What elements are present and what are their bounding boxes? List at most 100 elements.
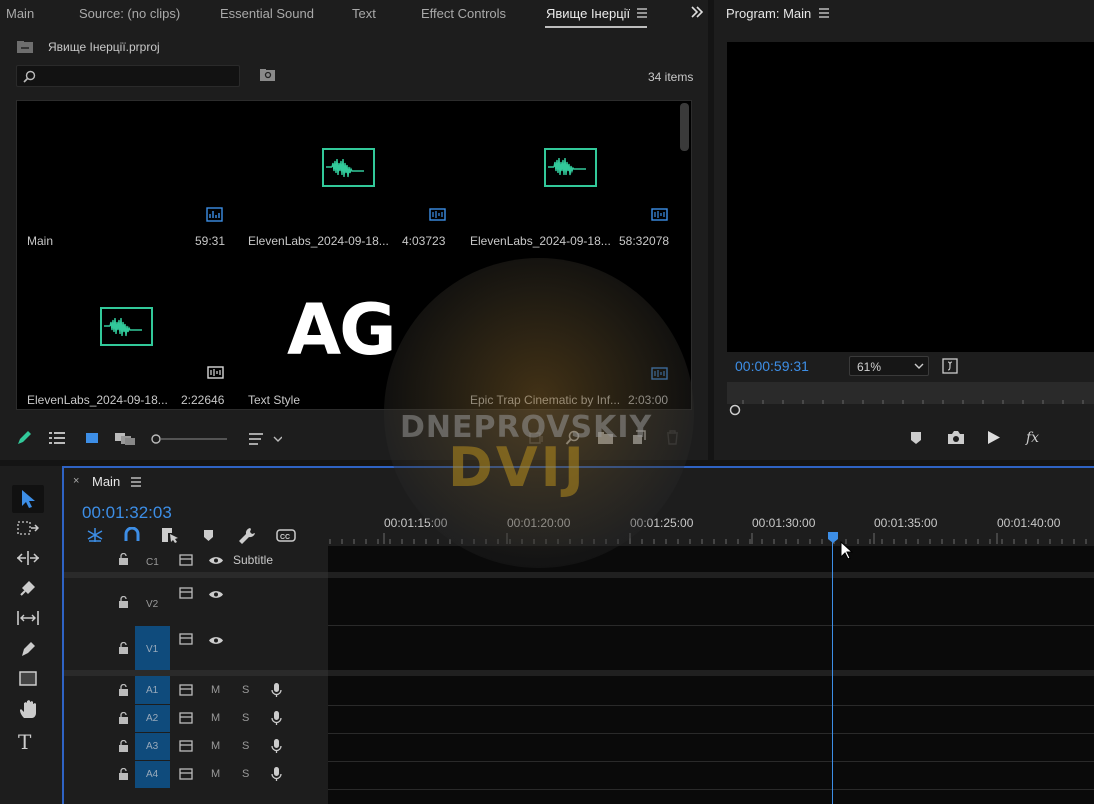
sync-lock-icon[interactable] — [179, 684, 193, 696]
eye-icon[interactable] — [208, 555, 224, 566]
solo-button[interactable]: S — [242, 712, 249, 724]
clip-name[interactable]: Epic Trap Cinematic by Inf... — [470, 393, 620, 407]
export-frame-icon[interactable] — [947, 430, 965, 445]
mute-button[interactable]: M — [211, 684, 220, 696]
text-style-thumbnail[interactable]: AG — [287, 289, 397, 371]
lock-icon[interactable] — [118, 642, 129, 654]
source-patch-a3[interactable]: A3 — [135, 733, 170, 760]
panel-menu-icon[interactable] — [130, 476, 142, 488]
pencil-icon[interactable] — [16, 430, 32, 446]
type-tool-icon[interactable]: T — [18, 730, 31, 754]
playhead-marker-icon[interactable] — [729, 404, 741, 416]
fx-icon[interactable]: fx — [1026, 430, 1039, 446]
microphone-icon[interactable] — [271, 682, 282, 698]
grid-scrollbar-thumb[interactable] — [680, 103, 689, 151]
microphone-icon[interactable] — [271, 766, 282, 782]
track-area[interactable] — [328, 546, 1094, 804]
program-video-display[interactable] — [727, 42, 1094, 352]
active-tab-underline — [545, 26, 647, 28]
nest-icon[interactable] — [86, 527, 104, 543]
audio-thumbnail[interactable] — [100, 307, 153, 346]
clip-name[interactable]: ElevenLabs_2024-09-18... — [248, 234, 389, 248]
track-select-tool-icon[interactable] — [17, 520, 39, 536]
lock-icon[interactable] — [118, 596, 129, 608]
timeline-sequence-tab[interactable]: Main — [92, 474, 120, 489]
microphone-icon[interactable] — [271, 738, 282, 754]
trash-icon[interactable] — [666, 430, 679, 445]
sync-lock-icon[interactable] — [179, 633, 193, 645]
add-marker-icon[interactable] — [910, 431, 922, 445]
clip-name[interactable]: Main — [27, 234, 53, 248]
sync-lock-icon[interactable] — [179, 587, 193, 599]
selection-tool-icon[interactable] — [20, 489, 36, 509]
panel-menu-icon[interactable] — [636, 7, 648, 19]
tab-source[interactable]: Source: (no clips) — [79, 6, 180, 21]
audio-thumbnail[interactable] — [322, 148, 375, 187]
mute-button[interactable]: M — [211, 768, 220, 780]
lock-icon[interactable] — [118, 768, 129, 780]
solo-button[interactable]: S — [242, 740, 249, 752]
rectangle-tool-icon[interactable] — [19, 671, 37, 687]
sync-lock-icon[interactable] — [179, 712, 193, 724]
tab-main[interactable]: Main — [6, 6, 34, 21]
hand-tool-icon[interactable] — [19, 700, 37, 720]
zoom-level-select[interactable]: 61% — [849, 356, 929, 376]
linked-selection-icon[interactable] — [161, 527, 179, 543]
search-input[interactable] — [16, 65, 240, 87]
pen-tool-icon[interactable] — [20, 640, 37, 658]
microphone-icon[interactable] — [271, 710, 282, 726]
close-icon[interactable]: × — [73, 475, 79, 487]
add-marker-icon[interactable] — [203, 529, 214, 542]
tab-text[interactable]: Text — [352, 6, 376, 21]
safe-margins-icon[interactable] — [942, 358, 958, 374]
clip-name[interactable]: ElevenLabs_2024-09-18... — [470, 234, 611, 248]
program-timecode[interactable]: 00:00:59:31 — [735, 358, 809, 374]
clip-name[interactable]: Text Style — [248, 393, 300, 407]
program-scrub-bar[interactable] — [727, 382, 1094, 404]
source-patch-label: A1 — [146, 685, 159, 696]
source-patch-v1[interactable]: V1 — [135, 626, 170, 670]
audio-thumbnail[interactable] — [544, 148, 597, 187]
icon-view-icon[interactable] — [85, 432, 99, 444]
playhead-handle-icon[interactable] — [827, 531, 839, 544]
mute-button[interactable]: M — [211, 740, 220, 752]
wrench-icon[interactable] — [238, 527, 256, 545]
solo-button[interactable]: S — [242, 684, 249, 696]
captions-icon[interactable]: CC — [276, 529, 296, 542]
razor-tool-icon[interactable] — [19, 579, 37, 597]
mute-button[interactable]: M — [211, 712, 220, 724]
lock-icon[interactable] — [118, 740, 129, 752]
tab-project[interactable]: Явище Інерції — [546, 6, 630, 21]
slip-tool-icon[interactable] — [16, 610, 40, 626]
sync-lock-icon[interactable] — [179, 554, 193, 566]
solo-button[interactable]: S — [242, 768, 249, 780]
clip-name[interactable]: ElevenLabs_2024-09-18... — [27, 393, 168, 407]
eye-icon[interactable] — [208, 589, 224, 600]
source-patch-a4[interactable]: A4 — [135, 761, 170, 788]
source-patch-a2[interactable]: A2 — [135, 705, 170, 732]
freeform-view-icon[interactable] — [114, 432, 136, 446]
panel-menu-icon[interactable] — [818, 7, 830, 19]
tab-essential-sound[interactable]: Essential Sound — [220, 6, 314, 21]
timeline-timecode[interactable]: 00:01:32:03 — [82, 503, 172, 523]
sync-lock-icon[interactable] — [179, 740, 193, 752]
zoom-slider[interactable] — [150, 434, 228, 444]
overflow-chevron-icon[interactable] — [690, 6, 704, 18]
source-patch-label: A2 — [146, 713, 159, 724]
tab-effect-controls[interactable]: Effect Controls — [421, 6, 506, 21]
sequence-badge-icon — [206, 207, 223, 222]
eye-icon[interactable] — [208, 635, 224, 646]
lock-icon[interactable] — [118, 712, 129, 724]
list-view-icon[interactable] — [48, 431, 66, 445]
play-icon[interactable] — [987, 430, 1001, 445]
lock-icon[interactable] — [118, 684, 129, 696]
sync-lock-icon[interactable] — [179, 768, 193, 780]
sort-icons-icon[interactable] — [248, 432, 282, 446]
snap-icon[interactable] — [124, 527, 140, 543]
program-title[interactable]: Program: Main — [726, 6, 811, 21]
playhead-line[interactable] — [832, 536, 833, 804]
ripple-edit-tool-icon[interactable] — [16, 550, 40, 566]
new-search-bin-icon[interactable] — [259, 68, 276, 82]
source-patch-a1[interactable]: A1 — [135, 676, 170, 704]
lock-icon[interactable] — [118, 553, 129, 565]
